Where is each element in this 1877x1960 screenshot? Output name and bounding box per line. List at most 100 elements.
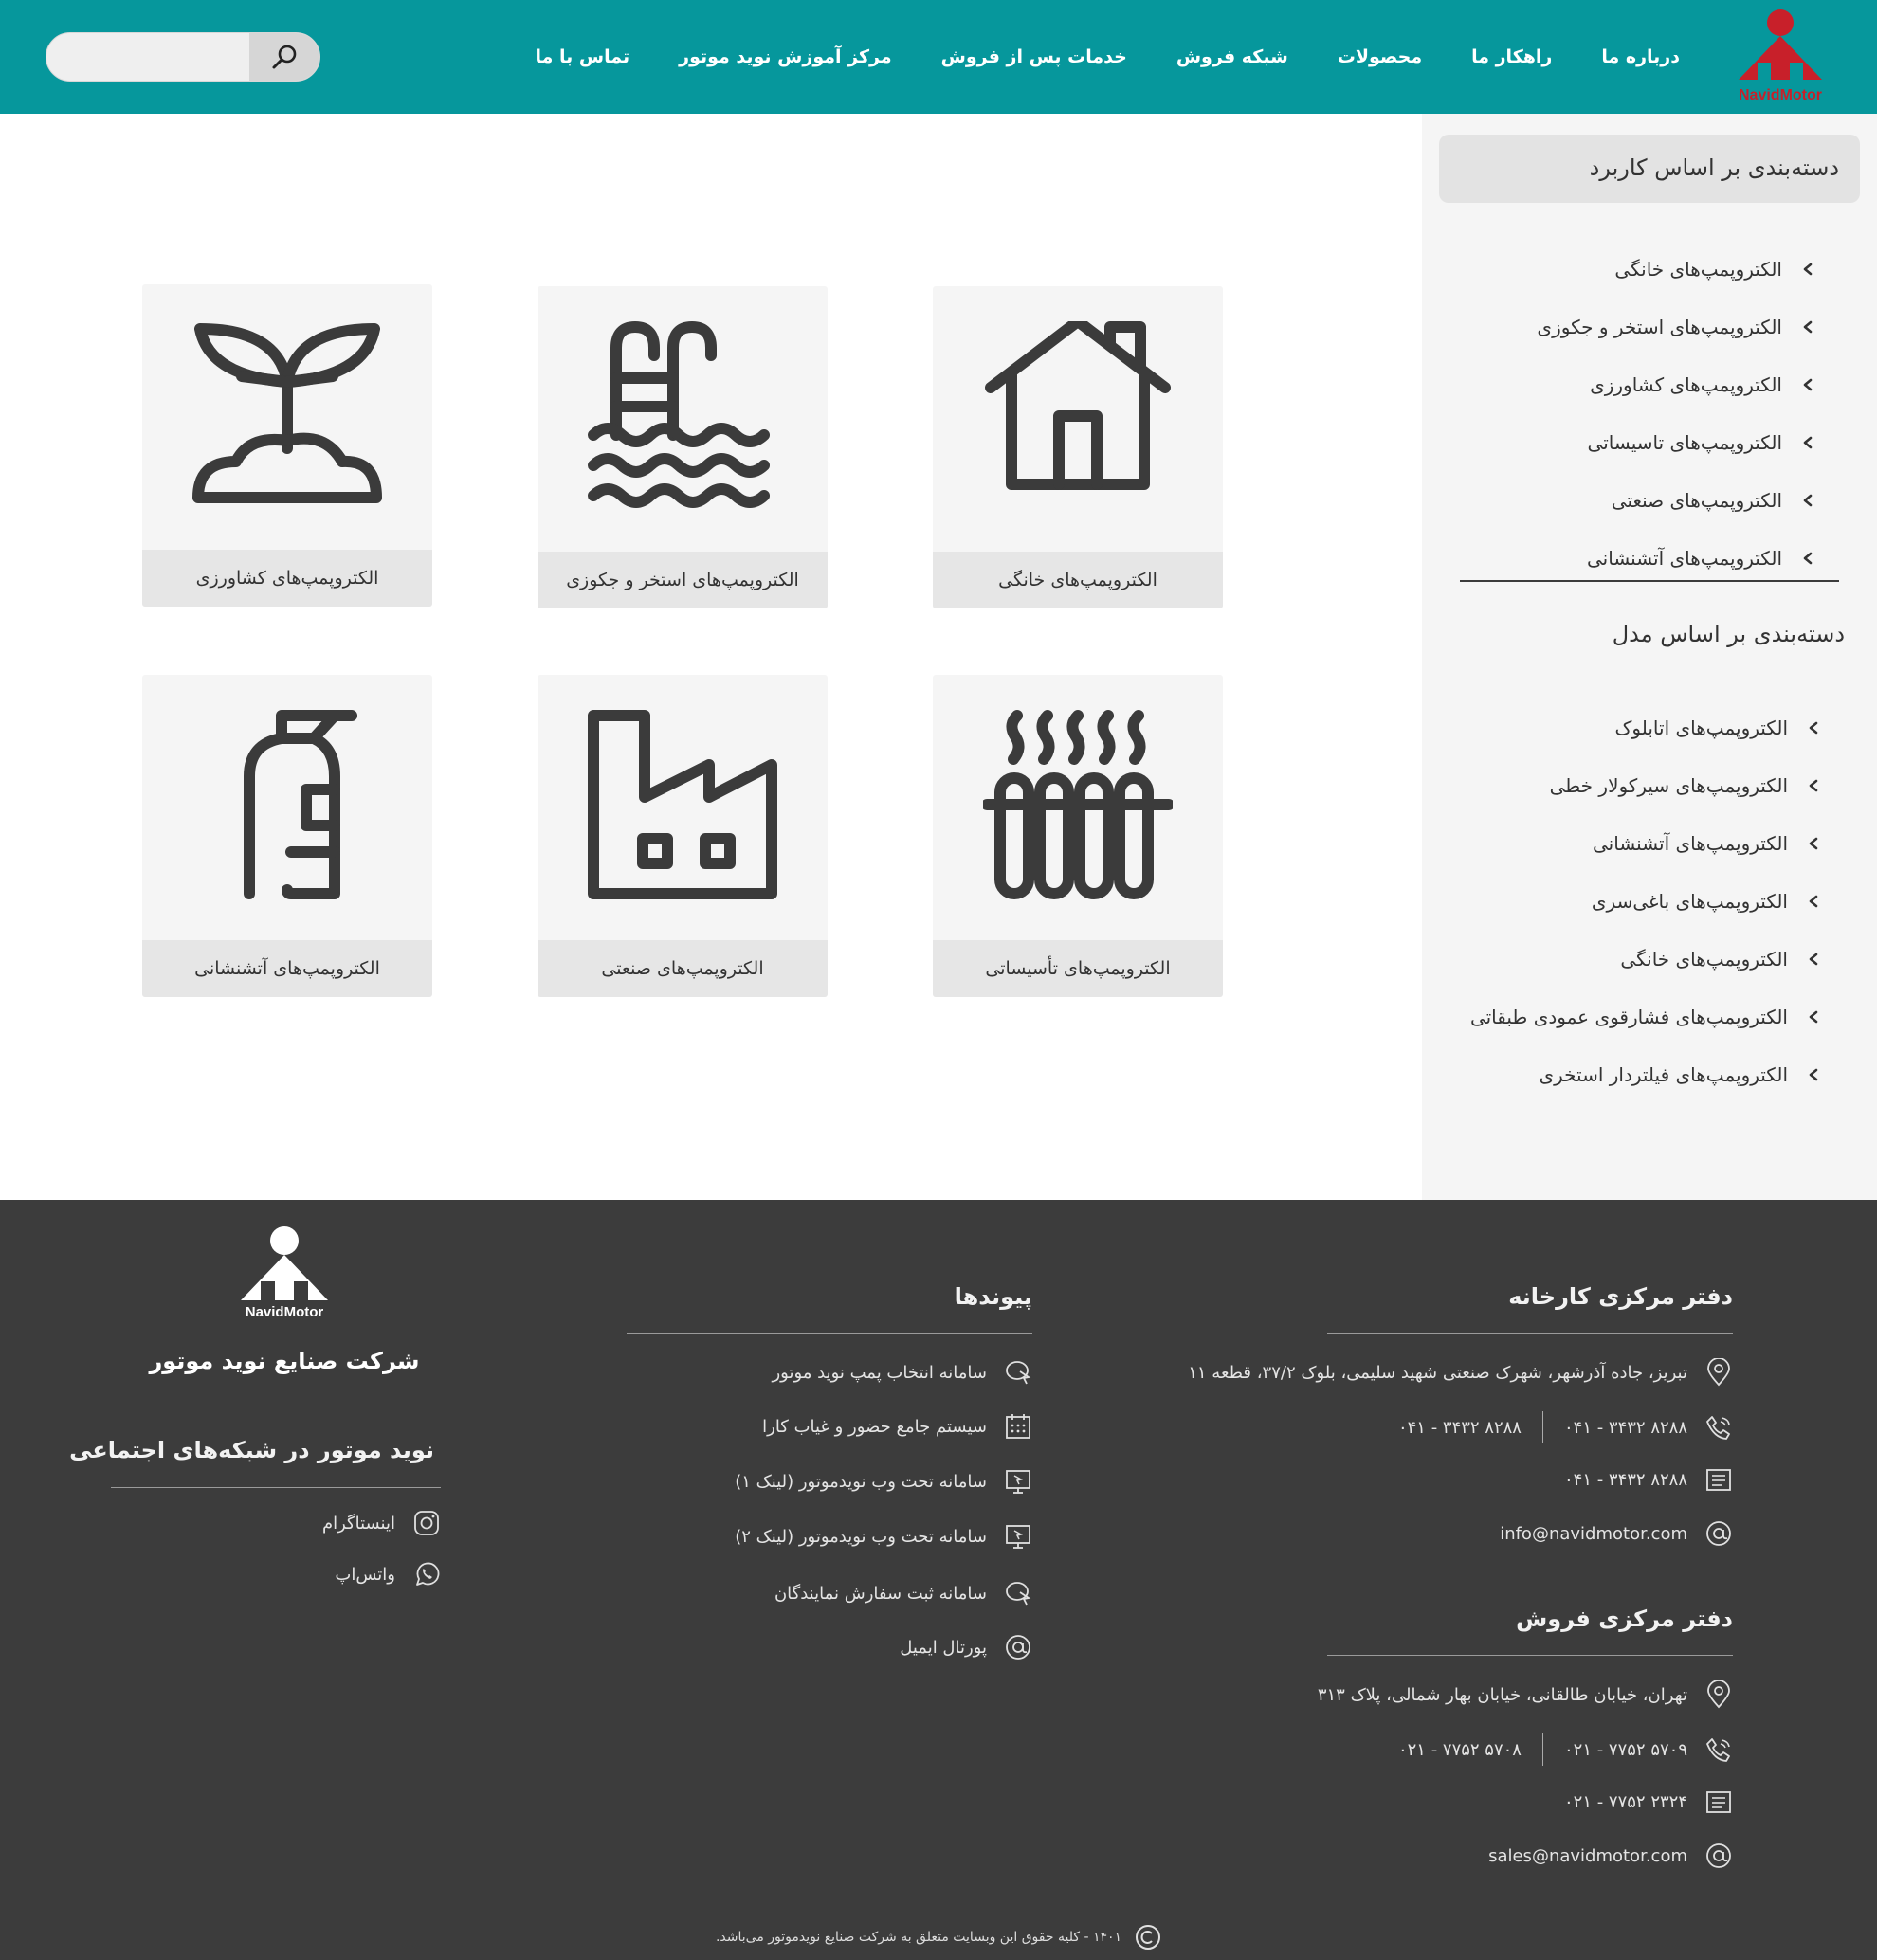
model-item-garden[interactable]: الکتروپمپ‌های باغی‌سری — [1470, 872, 1820, 930]
category-card-home[interactable]: الکتروپمپ‌های خانگی — [933, 286, 1223, 608]
house-icon — [985, 321, 1171, 490]
fax-icon — [1706, 1469, 1731, 1491]
usage-item-industrial[interactable]: الکتروپمپ‌های صنعتی — [1537, 471, 1814, 529]
usage-category-list: الکتروپمپ‌های خانگی الکتروپمپ‌های استخر … — [1537, 240, 1814, 587]
category-card-agriculture[interactable]: الکتروپمپ‌های کشاورزی — [142, 284, 432, 607]
whatsapp-icon — [416, 1562, 440, 1586]
link-email-portal[interactable]: پورتال ایمیل — [900, 1633, 1032, 1661]
links-title: پیوندها — [954, 1283, 1032, 1310]
link-web-system-2[interactable]: سامانه تحت وب نویدموتور (لینک ۲) — [735, 1522, 1032, 1551]
model-item-pool-filter[interactable]: الکتروپمپ‌های فیلتردار استخری — [1470, 1045, 1820, 1103]
category-card-label: الکتروپمپ‌های آتشنشانی — [142, 940, 432, 997]
model-item-atablock[interactable]: الکتروپمپ‌های اتابلوک — [1470, 699, 1820, 756]
nav-sales-network[interactable]: شبکه فروش — [1176, 46, 1288, 67]
phone-icon — [1706, 1416, 1730, 1440]
phone-separator — [1541, 1733, 1543, 1766]
category-card-firefighting[interactable]: الکتروپمپ‌های آتشنشانی — [142, 675, 432, 997]
cursor-chat-icon — [1006, 1582, 1031, 1606]
category-card-pool[interactable]: الکتروپمپ‌های استخر و جکوزی — [538, 286, 828, 608]
factory-phones: ۰۴۱ - ۳۴۳۲ ۸۲۸۸ ۰۴۱ - ۳۴۳۲ ۸۲۸۸ — [1398, 1411, 1733, 1443]
pool-icon — [588, 321, 770, 508]
category-card-industrial[interactable]: الکتروپمپ‌های صنعتی — [538, 675, 828, 997]
nav-products[interactable]: محصولات — [1338, 46, 1422, 67]
sales-office-title: دفتر مرکزی فروش — [1516, 1606, 1733, 1632]
chevron-left-icon — [1803, 378, 1813, 390]
nav-training-center[interactable]: مرکز آموزش نوید موتور — [679, 46, 891, 67]
sales-fax: ۰۲۱ - ۷۷۵۲ ۲۳۲۴ — [1564, 1788, 1733, 1816]
phone-separator — [1541, 1411, 1543, 1443]
factory-address: تبریز، جاده آذرشهر، شهرک صنعتی شهید سلیم… — [1188, 1358, 1733, 1387]
link-pump-selection[interactable]: سامانه انتخاب پمپ نوید موتور — [772, 1358, 1032, 1387]
monitor-icon — [1006, 1525, 1030, 1549]
chevron-left-icon — [1809, 721, 1818, 734]
category-card-label: الکتروپمپ‌های تأسیساتی — [933, 940, 1223, 997]
usage-item-agriculture[interactable]: الکتروپمپ‌های کشاورزی — [1537, 355, 1814, 413]
category-card-facilities[interactable]: الکتروپمپ‌های تأسیساتی — [933, 675, 1223, 997]
search-input[interactable] — [46, 33, 247, 81]
instagram-icon — [414, 1511, 439, 1535]
phone-icon — [1706, 1738, 1730, 1762]
calendar-icon — [1006, 1414, 1030, 1439]
radiator-icon — [983, 710, 1173, 899]
links-divider — [627, 1333, 1032, 1334]
model-item-circulator[interactable]: الکتروپمپ‌های سیرکولار خطی — [1470, 756, 1820, 814]
copyright-text: ۱۴۰۱ - کلیه حقوق این وبسایت متعلق به شرک… — [715, 1930, 1122, 1945]
model-category-title: دسته‌بندی بر اساس مدل — [1612, 621, 1845, 647]
model-category-list: الکتروپمپ‌های اتابلوک الکتروپمپ‌های سیرک… — [1470, 699, 1820, 1103]
plant-icon — [192, 323, 382, 503]
nav-about[interactable]: درباره ما — [1601, 46, 1680, 67]
model-item-multistage[interactable]: الکتروپمپ‌های فشارقوی عمودی طبقاتی — [1470, 988, 1820, 1045]
search-button[interactable] — [249, 33, 319, 81]
search-box — [46, 32, 320, 82]
nav-solutions[interactable]: راهکار ما — [1471, 46, 1552, 67]
footer-logo[interactable]: NavidMotor — [235, 1225, 334, 1329]
usage-item-facilities[interactable]: الکتروپمپ‌های تاسیساتی — [1537, 413, 1814, 471]
fire-extinguisher-icon — [244, 710, 357, 899]
email-at-icon — [1006, 1635, 1030, 1660]
category-sidebar: دسته‌بندی بر اساس کاربرد الکتروپمپ‌های خ… — [1422, 114, 1877, 1200]
main-nav: درباره ما راهکار ما محصولات شبکه فروش خد… — [536, 0, 1680, 114]
instagram-link[interactable]: اینستاگرام — [322, 1509, 441, 1537]
link-attendance-system[interactable]: سیستم جامع حضور و غیاب کارا — [762, 1412, 1032, 1441]
usage-item-pool[interactable]: الکتروپمپ‌های استخر و جکوزی — [1537, 298, 1814, 355]
link-dealer-orders[interactable]: سامانه ثبت سفارش نمایندگان — [774, 1579, 1032, 1607]
factory-fax: ۰۴۱ - ۳۴۳۲ ۸۲۸۸ — [1564, 1465, 1733, 1494]
sales-phones: ۰۲۱ - ۷۷۵۲ ۵۷۰۹ ۰۲۱ - ۷۷۵۲ ۵۷۰۸ — [1398, 1733, 1733, 1766]
search-icon — [272, 45, 297, 69]
location-pin-icon — [1707, 1358, 1730, 1387]
chevron-left-icon — [1803, 320, 1813, 333]
category-card-label: الکتروپمپ‌های صنعتی — [538, 940, 828, 997]
nav-contact[interactable]: تماس با ما — [536, 46, 630, 67]
model-item-home[interactable]: الکتروپمپ‌های خانگی — [1470, 930, 1820, 988]
model-item-firefighting[interactable]: الکتروپمپ‌های آتشنشانی — [1470, 814, 1820, 872]
sales-office-divider — [1327, 1655, 1733, 1656]
site-footer: دفتر مرکزی کارخانه تبریز، جاده آذرشهر، ش… — [0, 1200, 1877, 1960]
sales-email: sales@navidmotor.com — [1488, 1842, 1733, 1870]
link-web-system-1[interactable]: سامانه تحت وب نویدموتور (لینک ۱) — [735, 1467, 1032, 1496]
chevron-left-icon — [1809, 837, 1818, 849]
chevron-left-icon — [1809, 953, 1818, 965]
fax-icon — [1706, 1791, 1731, 1813]
factory-office-title: دفتر مرکزی کارخانه — [1508, 1283, 1733, 1310]
cursor-chat-icon — [1006, 1361, 1031, 1385]
chevron-left-icon — [1803, 494, 1813, 506]
usage-category-title: دسته‌بندی بر اساس کاربرد — [1589, 154, 1839, 181]
chevron-left-icon — [1809, 895, 1818, 907]
whatsapp-link[interactable]: واتس‌اپ — [335, 1560, 441, 1588]
copyright-bar: ۱۴۰۱ - کلیه حقوق این وبسایت متعلق به شرک… — [0, 1924, 1877, 1951]
copyright-icon — [1136, 1925, 1161, 1950]
email-at-icon — [1706, 1843, 1731, 1868]
sales-address: تهران، خیابان طالقانی، خیابان بهار شمالی… — [1318, 1680, 1733, 1709]
factory-office-divider — [1327, 1333, 1733, 1334]
company-name: شرکت صنایع نوید موتور — [149, 1348, 420, 1374]
nav-after-sales[interactable]: خدمات پس از فروش — [941, 46, 1127, 67]
navidmotor-logo[interactable]: NavidMotor — [1733, 8, 1828, 108]
logo-mark-icon — [241, 1226, 328, 1300]
social-divider — [111, 1487, 441, 1488]
factory-email: info@navidmotor.com — [1500, 1519, 1733, 1548]
sidebar-divider — [1460, 580, 1839, 582]
chevron-left-icon — [1809, 1068, 1818, 1080]
usage-item-firefighting[interactable]: الکتروپمپ‌های آتشنشانی — [1537, 529, 1814, 587]
logo-mark-icon — [1739, 9, 1822, 80]
usage-item-home[interactable]: الکتروپمپ‌های خانگی — [1537, 240, 1814, 298]
